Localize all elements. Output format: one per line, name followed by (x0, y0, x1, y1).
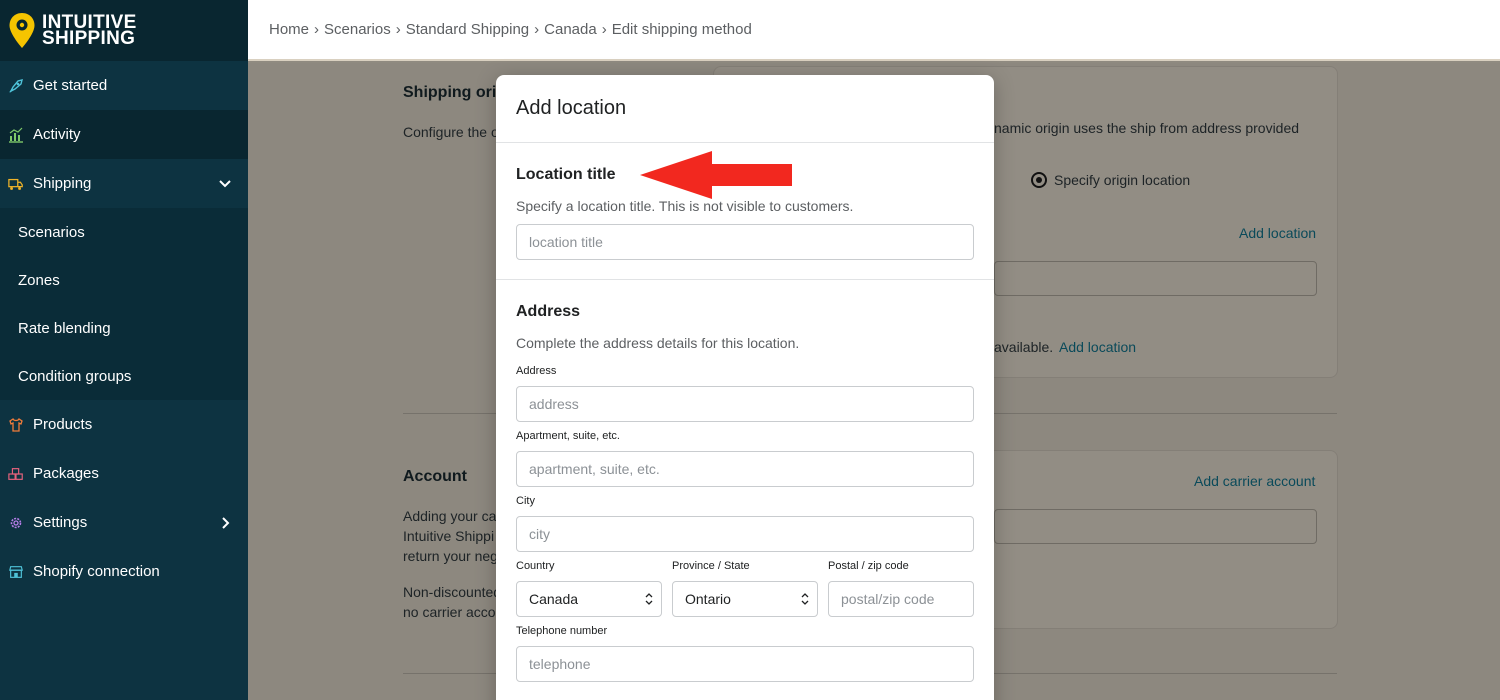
region-row: Country Canada Province / State Ontario … (516, 560, 974, 617)
address-input[interactable] (516, 386, 974, 422)
sidebar-item-rate-blending[interactable]: Rate blending (0, 304, 248, 352)
origin-location-select[interactable] (994, 261, 1317, 296)
sidebar-item-label: Activity (33, 126, 81, 143)
add-location-link-2[interactable]: Add location (1059, 339, 1136, 355)
sidebar-item-packages[interactable]: Packages (0, 449, 248, 498)
add-location-link[interactable]: Add location (1239, 225, 1316, 241)
breadcrumb-current: Edit shipping method (611, 21, 752, 38)
select-arrows-icon (801, 593, 809, 605)
sidebar-item-scenarios[interactable]: Scenarios (0, 208, 248, 256)
sidebar-item-label: Get started (33, 77, 108, 94)
shirt-icon (8, 417, 24, 433)
apartment-input[interactable] (516, 451, 974, 487)
sidebar-item-settings[interactable]: Settings (0, 498, 248, 547)
origin-radio[interactable] (1031, 172, 1047, 188)
sidebar-item-get-started[interactable]: Get started (0, 61, 248, 110)
address-label: Address (516, 365, 557, 377)
location-title-input[interactable] (516, 224, 974, 260)
breadcrumb: Home › Scenarios › Standard Shipping › C… (248, 0, 1500, 61)
sidebar-item-shopify-connection[interactable]: Shopify connection (0, 547, 248, 596)
postal-input[interactable] (828, 581, 974, 617)
sidebar-item-label: Settings (33, 514, 88, 531)
store-icon (8, 564, 24, 580)
city-label: City (516, 495, 535, 507)
telephone-label: Telephone number (516, 625, 608, 637)
pin-logo-icon (9, 12, 35, 48)
breadcrumb-separator-icon: › (534, 21, 540, 38)
breadcrumb-standard-shipping[interactable]: Standard Shipping (406, 21, 529, 38)
country-select[interactable]: Canada (516, 581, 662, 617)
postal-field: Postal / zip code (828, 560, 974, 617)
province-label: Province / State (672, 560, 750, 572)
carrier-account-select[interactable] (994, 509, 1317, 544)
brand-logo[interactable]: INTUITIVE SHIPPING (0, 0, 248, 61)
brand-wordmark: INTUITIVE SHIPPING (42, 13, 137, 49)
city-input[interactable] (516, 516, 974, 552)
breadcrumb-home[interactable]: Home (269, 21, 309, 38)
sidebar-item-label: Products (33, 416, 93, 433)
annotation-arrow-icon (640, 151, 792, 199)
country-field: Country Canada (516, 560, 662, 617)
sidebar-item-label: Shipping (33, 175, 92, 192)
sidebar-item-condition-groups[interactable]: Condition groups (0, 352, 248, 400)
address-help: Complete the address details for this lo… (516, 335, 800, 351)
province-value: Ontario (685, 591, 731, 607)
sidebar-item-zones[interactable]: Zones (0, 256, 248, 304)
sidebar-item-activity[interactable]: Activity (0, 110, 248, 159)
sidebar: INTUITIVE SHIPPING Get started Activity … (0, 0, 248, 700)
select-arrows-icon (645, 593, 653, 605)
account-desc-2: Intuitive Shippi (403, 528, 495, 544)
account-heading: Account (403, 468, 467, 485)
origin-radio-label: Specify origin location (1054, 172, 1191, 188)
brand-line-2: SHIPPING (42, 27, 136, 49)
add-carrier-account-link[interactable]: Add carrier account (1194, 473, 1315, 489)
origin-description: Configure the o (403, 124, 499, 140)
country-value: Canada (529, 591, 579, 607)
province-select[interactable]: Ontario (672, 581, 818, 617)
address-heading: Address (516, 303, 581, 320)
chart-icon (8, 127, 24, 143)
truck-icon (8, 176, 24, 192)
breadcrumb-scenarios[interactable]: Scenarios (324, 21, 391, 38)
account-desc-1: Adding your ca (403, 508, 497, 524)
boxes-icon (8, 466, 24, 482)
account-desc-4: Non-discounted (403, 584, 502, 600)
sidebar-item-label: Shopify connection (33, 563, 160, 580)
gear-icon (8, 515, 24, 531)
dynamic-origin-text: namic origin uses the ship from address … (994, 120, 1300, 136)
telephone-input[interactable] (516, 646, 974, 682)
sidebar-item-products[interactable]: Products (0, 400, 248, 449)
rocket-icon (8, 78, 24, 94)
country-label: Country (516, 560, 555, 572)
breadcrumb-separator-icon: › (314, 21, 320, 38)
origin-heading: Shipping ori (403, 84, 497, 101)
address-section: Address Complete the address details for… (496, 280, 994, 682)
breadcrumb-separator-icon: › (601, 21, 607, 38)
account-desc-5: no carrier acco (403, 604, 496, 620)
account-desc-3: return your neg (403, 548, 498, 564)
province-field: Province / State Ontario (672, 560, 818, 617)
chevron-down-icon (219, 179, 231, 187)
breadcrumb-canada[interactable]: Canada (544, 21, 597, 38)
breadcrumb-separator-icon: › (395, 21, 401, 38)
available-text: available. (994, 339, 1054, 355)
apartment-label: Apartment, suite, etc. (516, 430, 620, 442)
postal-label: Postal / zip code (828, 560, 909, 572)
location-title-help: Specify a location title. This is not vi… (516, 198, 854, 214)
sidebar-item-shipping[interactable]: Shipping (0, 159, 248, 208)
chevron-right-icon (222, 516, 230, 529)
shipping-subnav: Scenarios Zones Rate blending Condition … (0, 208, 248, 400)
modal-title: Add location (496, 75, 994, 143)
sidebar-item-label: Packages (33, 465, 99, 482)
